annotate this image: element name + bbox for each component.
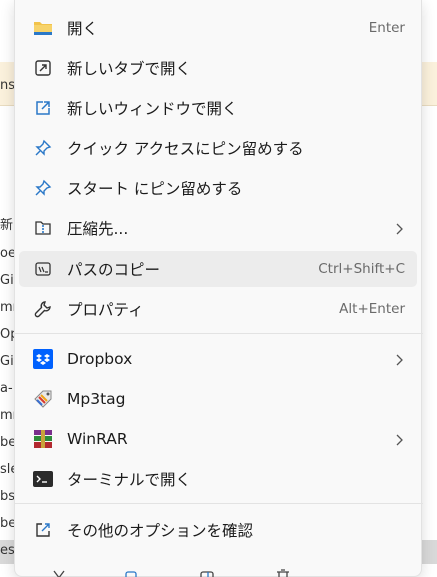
menu-item-copy-path[interactable]: パスのコピー Ctrl+Shift+C [19,251,417,287]
background-text-fragment: Op [0,327,14,342]
background-text-fragment: ns [0,78,14,93]
background-text-fragment: be [0,516,14,531]
menu-item-label: 新しいタブで開く [67,60,192,78]
quick-actions-bar [15,558,423,577]
menu-item-compress-to[interactable]: 圧縮先... [19,210,417,246]
menu-item-label: パスのコピー [67,261,161,279]
zip-folder-icon [33,218,53,238]
background-text-fragment: Git [0,354,14,369]
background-text-fragment: a- [0,381,13,396]
folder-icon [33,18,53,38]
menu-item-open-terminal[interactable]: ターミナルで開く [19,461,417,497]
copy-path-icon [33,259,53,279]
open-in-new-window-icon [33,98,53,118]
menu-item-dropbox[interactable]: Dropbox [19,341,417,377]
menu-item-label: WinRAR [67,430,128,448]
menu-item-pin-start[interactable]: スタート にピン留めする [19,170,417,206]
menu-item-mp3tag[interactable]: Mp3tag [19,381,417,417]
menu-item-label: スタート にピン留めする [67,180,243,198]
menu-separator [15,333,423,334]
menu-item-shortcut: Enter [368,20,405,36]
background-text-fragment: mr [0,408,14,423]
menu-item-open[interactable]: 開く Enter [19,10,417,46]
context-menu: 開く Enter 新しいタブで開く 新しいウィンドウで開く クイック アクセスに… [14,0,423,577]
menu-item-properties[interactable]: プロパティ Alt+Enter [19,291,417,327]
menu-item-shortcut: Alt+Enter [339,301,405,317]
delete-icon[interactable] [273,566,293,577]
winrar-icon [33,429,53,449]
menu-item-label: その他のオプションを確認 [67,522,254,540]
menu-item-winrar[interactable]: WinRAR [19,421,417,457]
menu-item-label: ターミナルで開く [67,471,192,489]
chevron-right-icon [393,432,405,446]
menu-item-label: クイック アクセスにピン留めする [67,140,304,158]
wrench-icon [33,299,53,319]
menu-item-more-options[interactable]: その他のオプションを確認 [19,512,417,548]
chevron-right-icon [393,352,405,366]
copy-icon[interactable] [121,566,141,577]
pin-icon [33,178,53,198]
cut-icon[interactable] [49,566,69,577]
menu-item-label: Mp3tag [67,390,126,408]
mp3tag-icon [33,389,53,409]
background-text-fragment: oe [0,246,14,261]
more-options-icon [33,520,53,540]
background-text-fragment: sle [0,462,14,477]
background-text-fragment: bs [0,489,14,504]
background-text-fragment: mr [0,300,14,315]
background-text-fragment: be [0,435,14,450]
background-text-fragment: Git [0,273,14,288]
rename-icon[interactable] [198,566,218,577]
menu-item-pin-quick-access[interactable]: クイック アクセスにピン留めする [19,130,417,166]
menu-item-label: 開く [67,20,99,38]
chevron-right-icon [393,221,405,235]
open-in-new-tab-icon [33,58,53,78]
menu-item-label: Dropbox [67,350,133,368]
background-text-fragment: 新 [0,218,14,233]
background-text-fragment: es [0,543,14,558]
menu-item-label: 圧縮先... [67,220,129,238]
terminal-icon [33,469,53,489]
menu-item-label: プロパティ [67,301,144,319]
pin-icon [33,138,53,158]
menu-item-label: 新しいウィンドウで開く [67,100,238,118]
menu-item-open-new-tab[interactable]: 新しいタブで開く [19,50,417,86]
menu-item-shortcut: Ctrl+Shift+C [318,261,405,277]
menu-separator [15,503,423,504]
dropbox-icon [33,349,53,369]
menu-item-open-new-window[interactable]: 新しいウィンドウで開く [19,90,417,126]
